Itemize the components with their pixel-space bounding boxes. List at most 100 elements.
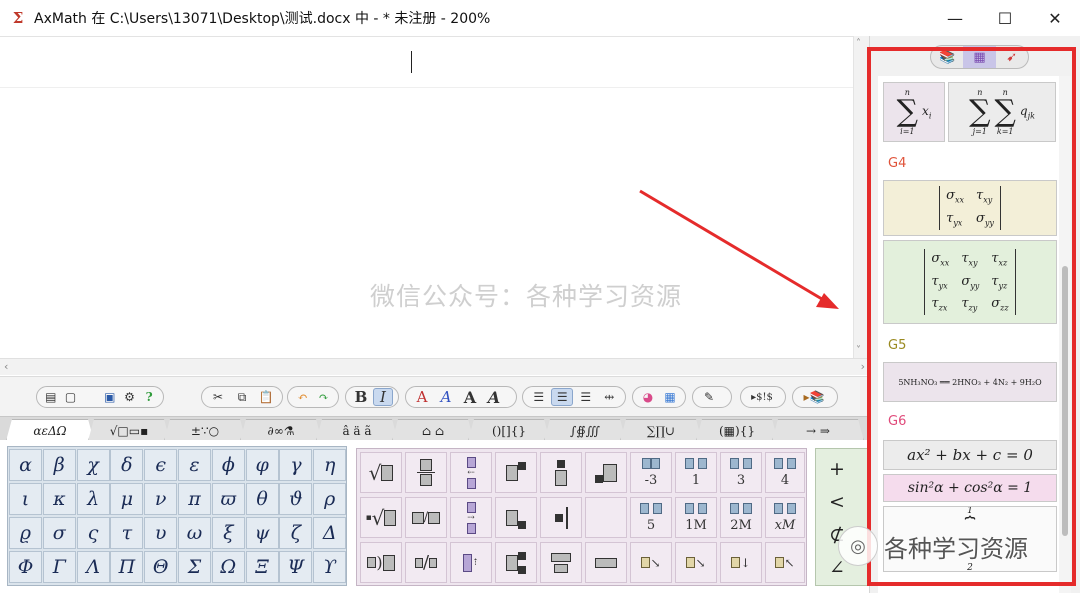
greek-symbol-button[interactable]: δ — [110, 449, 144, 481]
greek-symbol-button[interactable]: ϑ — [279, 483, 313, 515]
font-a-bold-button[interactable]: A — [459, 388, 481, 407]
scale-template-1-button[interactable]: 1 — [675, 452, 717, 493]
greek-symbol-button[interactable]: ζ — [279, 517, 313, 549]
editor-vertical-scrollbar[interactable]: ˄ ˅ — [853, 36, 869, 358]
greek-symbol-button[interactable]: κ — [42, 483, 76, 515]
greek-symbol-button[interactable]: φ — [245, 449, 279, 481]
library-scrollbar[interactable] — [1059, 76, 1071, 593]
stacked-template-3-button[interactable]: ⇡ — [450, 542, 492, 583]
align-right-icon[interactable]: ☰ — [575, 388, 596, 406]
tab-library-pin[interactable]: ➹ — [996, 46, 1028, 68]
greek-symbol-button[interactable]: Θ — [144, 551, 178, 583]
tab-brackets[interactable]: ()[]{} — [468, 419, 550, 441]
edit-pen-icon[interactable]: ✎ — [698, 388, 720, 406]
fraction-template-button[interactable] — [405, 452, 447, 493]
greek-symbol-button[interactable]: σ — [42, 517, 76, 549]
align-center-icon[interactable]: ☰ — [551, 388, 574, 406]
less-than-symbol-button[interactable]: < — [820, 486, 854, 517]
close-button[interactable]: ✕ — [1030, 0, 1080, 36]
maximize-button[interactable]: ☐ — [980, 0, 1030, 36]
greek-symbol-button[interactable]: λ — [76, 483, 110, 515]
greek-symbol-button[interactable]: ϕ — [211, 449, 245, 481]
greek-symbol-button[interactable]: α — [9, 449, 42, 481]
tab-overunder[interactable]: ⌂ ⌂ — [392, 419, 474, 441]
greek-symbol-button[interactable]: π — [178, 483, 211, 515]
under-bar-template-button[interactable] — [540, 542, 582, 583]
formula-chemical-reaction[interactable]: 5NH₃NO₃ ══ 2HNO₃ + 4N₂ + 9H₂O — [883, 362, 1057, 402]
formula-trig-identity[interactable]: sin²α + cos²α = 1 — [883, 474, 1057, 502]
align-left-icon[interactable]: ☰ — [528, 388, 549, 406]
undo-icon[interactable]: ↶ — [293, 388, 312, 406]
superscript-template-button[interactable] — [495, 452, 537, 493]
slash-fraction-template-button[interactable]: / — [405, 497, 447, 538]
greek-symbol-button[interactable]: Φ — [9, 551, 42, 583]
tab-accents[interactable]: â ä ã — [316, 419, 398, 441]
tab-library-books[interactable]: 📚 — [931, 46, 963, 68]
tab-integrals[interactable]: ∫∯∭ — [544, 419, 626, 441]
greek-symbol-button[interactable]: ρ — [313, 483, 347, 515]
help-icon[interactable]: ? — [140, 388, 158, 406]
greek-symbol-button[interactable]: ς — [76, 517, 110, 549]
greek-symbol-button[interactable]: ξ — [211, 517, 245, 549]
greek-symbol-button[interactable]: ψ — [245, 517, 279, 549]
tab-operators[interactable]: ±∵○ — [164, 419, 246, 441]
font-a-blue-button[interactable]: A — [435, 388, 457, 406]
prescript-template-button[interactable] — [585, 452, 627, 493]
library-scroll-thumb[interactable] — [1062, 266, 1068, 536]
arrow-box-template-1-button[interactable]: ↘ — [630, 542, 672, 583]
arrow-box-template-3-button[interactable]: ↓ — [720, 542, 762, 583]
scroll-up-arrow[interactable]: ˄ — [856, 38, 861, 49]
formula-sum-single[interactable]: n ∑ i=1 xi — [883, 82, 945, 142]
tab-misc-symbols[interactable]: ∂∞⚗ — [240, 419, 322, 441]
paste-icon[interactable]: 📋 — [255, 388, 277, 406]
formula-quadratic[interactable]: ax² + bx + c = 0 — [883, 440, 1057, 470]
nth-root-template-button[interactable]: ▪ √ — [360, 497, 402, 538]
greek-symbol-button[interactable]: θ — [245, 483, 279, 515]
tab-arrows[interactable]: → ⇒ — [772, 419, 864, 441]
greek-symbol-button[interactable]: Ψ — [279, 551, 313, 583]
greek-symbol-button[interactable]: Σ — [178, 551, 211, 583]
formula-matrix-2x2[interactable]: σxx τxy τyx σyy — [883, 180, 1057, 236]
greek-symbol-button[interactable]: ϖ — [211, 483, 245, 515]
settings-gear-icon[interactable]: ⚙ — [121, 388, 139, 406]
align-spacing-icon[interactable]: ⇹ — [599, 388, 620, 406]
under-box-template-button[interactable] — [585, 542, 627, 583]
greek-symbol-button[interactable]: ϒ — [313, 551, 347, 583]
latex-export-icon[interactable]: ▸$!$ — [746, 388, 778, 406]
greek-symbol-button[interactable]: η — [313, 449, 347, 481]
over-script-template-button[interactable] — [540, 452, 582, 493]
greek-symbol-button[interactable]: Λ — [76, 551, 110, 583]
tab-matrices[interactable]: (▦){} — [696, 419, 778, 441]
tab-roots-fractions[interactable]: √□▭▪ — [88, 419, 170, 441]
scroll-left-arrow[interactable]: ‹ — [4, 360, 8, 373]
italic-button[interactable]: I — [372, 388, 393, 406]
greek-symbol-button[interactable]: Ξ — [245, 551, 279, 583]
subscript-template-button[interactable] — [495, 497, 537, 538]
sqrt-template-button[interactable]: √ — [360, 452, 402, 493]
greek-symbol-button[interactable]: β — [42, 449, 76, 481]
greek-symbol-button[interactable]: γ — [279, 449, 313, 481]
scale-template-3-button[interactable]: 3 — [720, 452, 762, 493]
save-icon[interactable]: ▣ — [101, 388, 119, 406]
greek-symbol-button[interactable]: ν — [144, 483, 178, 515]
space-template-5-button[interactable]: 5 — [630, 497, 672, 538]
scroll-right-arrow[interactable]: › — [861, 360, 865, 373]
tab-greek[interactable]: αεΔΩ — [6, 419, 94, 441]
new-document-icon[interactable]: ▢ — [62, 388, 80, 406]
left-script-template-button[interactable] — [540, 497, 582, 538]
greek-symbol-button[interactable]: ϵ — [144, 449, 178, 481]
greek-symbol-button[interactable]: ι — [9, 483, 42, 515]
tab-library-grid[interactable]: ▦ — [963, 46, 996, 68]
scroll-down-arrow[interactable]: ˅ — [856, 345, 861, 356]
minimize-button[interactable]: — — [930, 0, 980, 36]
scale-template-neg3-button[interactable]: -3 — [630, 452, 672, 493]
formula-sum-double[interactable]: n ∑ j=1 n ∑ k=1 qjk — [948, 82, 1056, 142]
greek-symbol-button[interactable]: τ — [110, 517, 144, 549]
copy-icon[interactable]: ⧉ — [231, 388, 253, 406]
greek-symbol-button[interactable]: ϱ — [9, 517, 42, 549]
bold-button[interactable]: B — [351, 388, 371, 406]
greek-symbol-button[interactable]: Ω — [211, 551, 245, 583]
sub-superscript-template-button[interactable] — [495, 542, 537, 583]
font-a-red-button[interactable]: A — [411, 388, 433, 406]
greek-symbol-button[interactable]: Δ — [313, 517, 347, 549]
